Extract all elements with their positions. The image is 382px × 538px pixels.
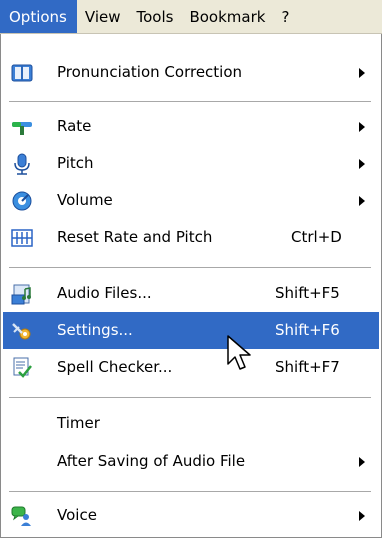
menu-view[interactable]: View [77,0,129,33]
menu-item-shortcut: Ctrl+D [291,228,342,246]
submenu-arrow-icon [359,196,365,206]
submenu-arrow-icon [359,457,365,467]
menu-tools[interactable]: Tools [129,0,182,33]
menu-item-label: Pronunciation Correction [57,63,243,81]
menu-bar: Options View Tools Bookmark ? [0,0,382,34]
mouse-cursor-icon [226,334,254,374]
menu-separator [9,397,371,398]
menu-item-label: Settings... [57,321,133,339]
menu-help[interactable]: ? [273,0,297,33]
menu-separator [9,101,371,102]
menu-item-timer[interactable]: Timer [3,405,379,442]
menu-item-pitch[interactable]: Pitch [3,145,379,182]
rate-icon [11,116,33,138]
menu-options[interactable]: Options [0,0,77,33]
menu-item-spell-checker[interactable]: Spell Checker... Shift+F7 [3,349,379,386]
options-dropdown-menu: Pronunciation Correction Rate Pitch Volu… [0,34,382,538]
submenu-arrow-icon [359,511,365,521]
menu-item-label: Audio Files... [57,284,152,302]
book-icon [11,62,33,84]
reset-icon [11,227,33,249]
menu-item-label: Voice [57,506,97,524]
menu-item-label: Volume [57,191,113,209]
menu-item-label: Rate [57,117,92,135]
menu-item-label: Timer [57,414,100,432]
menu-item-pronunciation-correction[interactable]: Pronunciation Correction [3,54,379,91]
menu-item-shortcut: Shift+F7 [275,358,340,376]
audio-files-icon [11,283,33,305]
submenu-arrow-icon [359,159,365,169]
volume-icon [11,190,33,212]
spell-checker-icon [11,357,33,379]
menu-item-volume[interactable]: Volume [3,182,379,219]
voice-icon [11,505,33,527]
menu-separator [9,267,371,268]
menu-item-label: After Saving of Audio File [57,452,246,470]
menu-item-settings[interactable]: Settings... Shift+F6 [3,312,379,349]
microphone-icon [11,153,33,175]
menu-item-audio-files[interactable]: Audio Files... Shift+F5 [3,275,379,312]
menu-separator [9,491,371,492]
menu-item-label: Reset Rate and Pitch [57,228,213,246]
menu-item-shortcut: Shift+F6 [275,321,340,339]
menu-item-reset-rate-and-pitch[interactable]: Reset Rate and Pitch Ctrl+D [3,219,379,256]
submenu-arrow-icon [359,68,365,78]
menu-item-after-saving-of-audio-file[interactable]: After Saving of Audio File [3,443,379,480]
submenu-arrow-icon [359,122,365,132]
menu-bookmark[interactable]: Bookmark [181,0,273,33]
menu-item-rate[interactable]: Rate [3,108,379,145]
menu-item-label: Pitch [57,154,94,172]
menu-item-voice[interactable]: Voice [3,497,379,534]
menu-item-label: Spell Checker... [57,358,173,376]
settings-icon [11,320,33,342]
menu-item-shortcut: Shift+F5 [275,284,340,302]
